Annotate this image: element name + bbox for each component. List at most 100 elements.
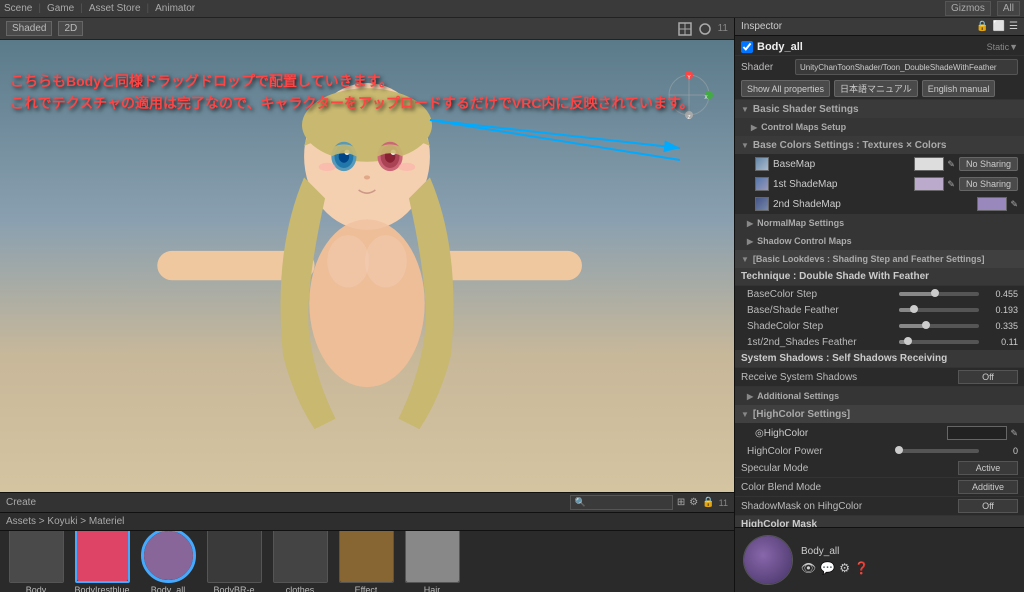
shadecolor-step-slider[interactable] [899, 324, 979, 328]
chat-icon[interactable]: 💬 [820, 561, 835, 575]
settings-icon-2[interactable]: ⚙ [839, 561, 850, 575]
asset-item-body[interactable]: Body [6, 531, 66, 592]
highcolor-row: ◎HighColor ✎ [735, 423, 1024, 443]
specular-mode-value[interactable]: Active [958, 461, 1018, 475]
basemap-color[interactable] [914, 157, 944, 171]
tab-animator[interactable]: Animator [155, 3, 195, 14]
basecolor-step-slider[interactable] [899, 292, 979, 296]
highcolor-power-slider[interactable] [899, 449, 979, 453]
asset-item-hair[interactable]: Hair [402, 531, 462, 592]
additional-section[interactable]: ▶ Additional Settings [735, 387, 1024, 405]
basic-shader-section[interactable]: ▼ Basic Shader Settings [735, 100, 1024, 118]
menu-icon[interactable]: ☰ [1009, 21, 1018, 32]
shadow-mask-row: ShadowMask on HihgColor Off [735, 497, 1024, 516]
tab-asset-store[interactable]: Asset Store [89, 3, 141, 14]
no-sharing-btn-1[interactable]: No Sharing [959, 157, 1018, 171]
shadow-control-section[interactable]: ▶ Shadow Control Maps [735, 232, 1024, 250]
highcolor-swatch[interactable] [947, 426, 1007, 440]
basecolor-step-value: 0.455 [983, 289, 1018, 299]
tab-scene[interactable]: Scene [4, 3, 32, 14]
shader-row: Shader UnityChanToonShader/Toon_DoubleSh… [735, 56, 1024, 78]
create-btn[interactable]: Create [6, 497, 36, 508]
highcolor-mask-header-label: HighColor Mask [741, 519, 817, 527]
static-dropdown-icon[interactable]: ▼ [1009, 42, 1018, 52]
asset-thumb-bodyIrestblue [75, 531, 130, 583]
normalmap-section[interactable]: ▶ NormalMap Settings [735, 214, 1024, 232]
asset-item-bodyIrestblue[interactable]: BodyIrestblue [72, 531, 132, 592]
viewport-area: Shaded 2D 11 こちらもBodyと同様ドラッグド [0, 18, 734, 592]
shader-value[interactable]: UnityChanToonShader/Toon_DoubleShadeWith… [795, 59, 1018, 75]
texture-row-shademap1: 1st ShadeMap ✎ No Sharing [735, 174, 1024, 194]
lookdevs-triangle: ▼ [741, 255, 749, 264]
asset-thumb-clothes [273, 531, 328, 583]
help-icon[interactable]: ❓ [854, 561, 869, 575]
highcolor-controls: ✎ [947, 426, 1018, 440]
grid-icon[interactable]: ⊞ [677, 497, 685, 508]
inspector-bottom: Body_all 👁 💬 ⚙ ❓ [735, 527, 1024, 592]
technique-label: Technique : Double Shade With Feather [741, 271, 929, 282]
object-active-checkbox[interactable] [741, 41, 753, 53]
english-manual-btn[interactable]: English manual [922, 80, 996, 97]
base-colors-label: Base Colors Settings : Textures × Colors [753, 140, 946, 151]
basecolor-step-label: BaseColor Step [747, 289, 895, 300]
all-btn[interactable]: All [997, 1, 1020, 16]
shademap1-edit-btn[interactable]: ✎ [947, 179, 955, 190]
asset-item-bodybr_e[interactable]: BodyBR-e [204, 531, 264, 592]
asset-item-body_all[interactable]: Body_all [138, 531, 198, 592]
additional-triangle: ▶ [747, 392, 753, 401]
viewport-main[interactable]: こちらもBodyと同様ドラッグドロップで配置していきます。 これでテクスチャの適… [0, 40, 734, 492]
shadow-mask-value[interactable]: Off [958, 499, 1018, 513]
app-container: Scene | Game | Asset Store | Animator Gi… [0, 0, 1024, 592]
shademap1-controls: ✎ [914, 177, 955, 191]
system-shadows-header: System Shadows : Self Shadows Receiving [735, 350, 1024, 368]
shaded-btn[interactable]: Shaded [6, 21, 52, 36]
show-all-btn[interactable]: Show All properties [741, 80, 830, 97]
shademap1-color[interactable] [914, 177, 944, 191]
maximize-icon[interactable]: ⬜ [993, 21, 1005, 32]
system-shadows-label: System Shadows : Self Shadows Receiving [741, 353, 947, 364]
basic-lookdevs-section[interactable]: ▼ [Basic Lookdevs : Shading Step and Fea… [735, 250, 1024, 268]
lock-icon[interactable]: 🔒 [976, 21, 988, 32]
color-blend-value[interactable]: Additive [958, 480, 1018, 494]
shade-feather-slider[interactable] [899, 308, 979, 312]
shademap2-label: 2nd ShadeMap [773, 199, 973, 210]
asset-thumb-effect [339, 531, 394, 583]
receive-shadows-value[interactable]: Off [958, 370, 1018, 384]
highcolor-edit-btn[interactable]: ✎ [1010, 428, 1018, 439]
inspector-title: Inspector [741, 21, 782, 32]
asset-item-effect[interactable]: Effect [336, 531, 396, 592]
search-input[interactable] [588, 498, 668, 508]
asset-label-hair: Hair [424, 585, 441, 592]
base-colors-section[interactable]: ▼ Base Colors Settings : Textures × Colo… [735, 136, 1024, 154]
no-sharing-btn-2[interactable]: No Sharing [959, 177, 1018, 191]
shadow-control-label: Shadow Control Maps [757, 236, 852, 246]
top-bar: Scene | Game | Asset Store | Animator Gi… [0, 0, 1024, 18]
asset-thumb-hair [405, 531, 460, 583]
lock-icon[interactable]: 🔒 [702, 497, 714, 508]
shadecolor-step-value: 0.335 [983, 321, 1018, 331]
shade-feather-row: Base/Shade Feather 0.193 [735, 302, 1024, 318]
shadow-control-triangle: ▶ [747, 237, 753, 246]
jp-text-overlay: こちらもBodyと同様ドラッグドロップで配置していきます。 これでテクスチャの適… [10, 70, 694, 115]
object-name: Body_all [757, 41, 987, 53]
shades-feather-slider[interactable] [899, 340, 979, 344]
tab-game[interactable]: Game [47, 3, 74, 14]
viewport-bg: こちらもBodyと同様ドラッグドロップで配置していきます。 これでテクスチャの適… [0, 40, 734, 492]
asset-thumb-bodybr_e [207, 531, 262, 583]
breadcrumb-text[interactable]: Assets > Koyuki > Materiel [6, 516, 124, 527]
preview-thumbnail [743, 535, 793, 585]
highcolor-section[interactable]: ▼ [HighColor Settings] [735, 405, 1024, 423]
shadow-mask-label: ShadowMask on HihgColor [741, 501, 958, 512]
basemap-edit-btn[interactable]: ✎ [947, 159, 955, 170]
gizmos-btn[interactable]: Gizmos [945, 1, 991, 16]
control-maps-section[interactable]: ▶ Control Maps Setup [735, 118, 1024, 136]
eye-icon[interactable]: 👁 [801, 561, 816, 575]
shademap2-color[interactable] [977, 197, 1007, 211]
base-colors-triangle: ▼ [741, 141, 749, 150]
section-triangle: ▼ [741, 105, 749, 114]
asset-item-clothes[interactable]: clothes [270, 531, 330, 592]
dimension-btn[interactable]: 2D [58, 21, 83, 36]
shademap2-edit-btn[interactable]: ✎ [1010, 199, 1018, 210]
japanese-manual-btn[interactable]: 日本語マニュアル [834, 80, 918, 97]
settings-icon[interactable]: ⚙ [689, 497, 698, 508]
